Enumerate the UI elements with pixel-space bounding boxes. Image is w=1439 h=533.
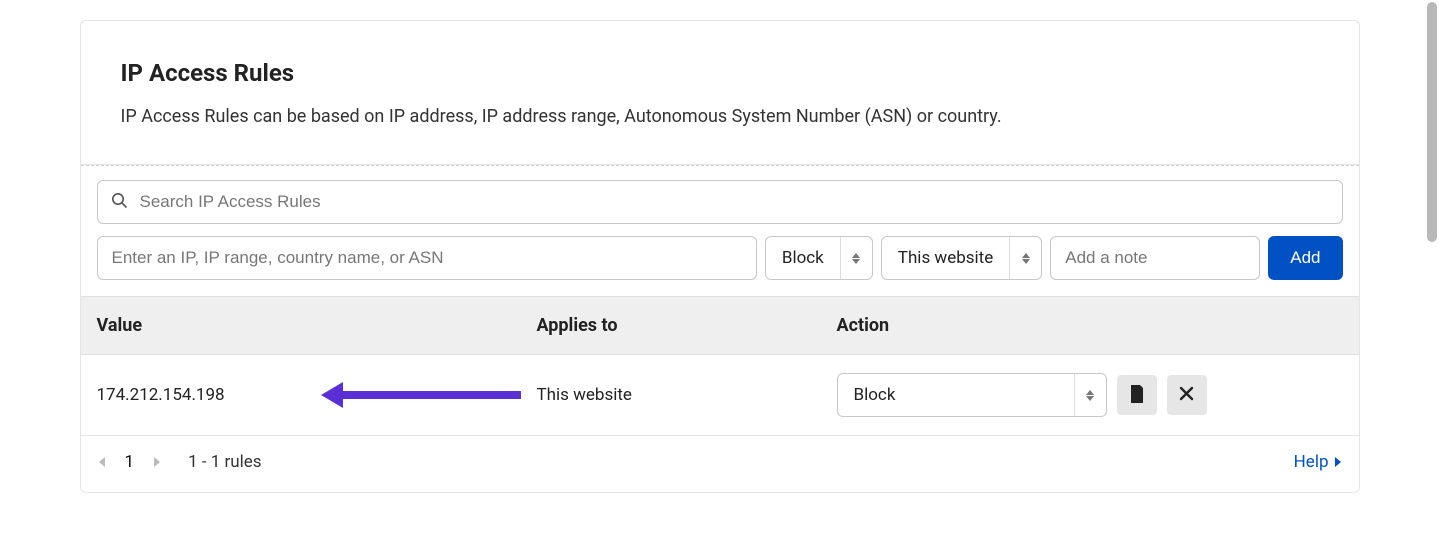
chevron-right-icon — [1335, 457, 1341, 467]
note-button[interactable] — [1117, 375, 1157, 415]
select-stepper-icon — [840, 237, 872, 279]
page-description: IP Access Rules can be based on IP addre… — [121, 103, 1319, 130]
search-wrap — [97, 180, 1343, 224]
col-header-value: Value — [97, 315, 537, 336]
help-label: Help — [1294, 452, 1329, 472]
annotation-arrow — [321, 382, 521, 408]
select-stepper-icon — [1009, 237, 1041, 279]
table-row: 174.212.154.198 This website Block — [81, 355, 1359, 436]
scrollbar[interactable] — [1427, 2, 1437, 242]
add-button[interactable]: Add — [1268, 236, 1342, 280]
select-stepper-icon — [1074, 374, 1106, 416]
rules-count: 1 - 1 rules — [188, 452, 262, 472]
prev-page-button[interactable] — [99, 457, 105, 467]
next-page-button[interactable] — [154, 457, 160, 467]
page-number: 1 — [125, 452, 135, 472]
help-link[interactable]: Help — [1294, 452, 1341, 472]
table-footer: 1 1 - 1 rules Help — [81, 436, 1359, 492]
ip-access-rules-panel: IP Access Rules IP Access Rules can be b… — [80, 20, 1360, 493]
action-select-value: Block — [766, 248, 840, 268]
row-action-select[interactable]: Block — [837, 373, 1107, 417]
pager: 1 — [99, 452, 161, 472]
row-action-value: Block — [838, 385, 1074, 405]
scope-select-value: This website — [882, 248, 1009, 268]
page-title: IP Access Rules — [121, 59, 1319, 87]
delete-button[interactable] — [1167, 375, 1207, 415]
row-action-cell: Block — [837, 373, 1343, 417]
search-input[interactable] — [97, 180, 1343, 224]
panel-header: IP Access Rules IP Access Rules can be b… — [81, 21, 1359, 164]
add-rule-row: Block This website Add — [97, 236, 1343, 280]
col-header-applies: Applies to — [537, 315, 837, 336]
note-input[interactable] — [1050, 236, 1260, 280]
close-icon — [1179, 386, 1194, 404]
scope-select[interactable]: This website — [881, 236, 1042, 280]
ip-input[interactable] — [97, 236, 757, 280]
search-icon — [111, 192, 127, 212]
controls-section: Block This website Add — [81, 165, 1359, 296]
row-applies-to: This website — [537, 385, 837, 405]
table-header: Value Applies to Action — [81, 296, 1359, 355]
col-header-action: Action — [837, 315, 1343, 336]
action-select[interactable]: Block — [765, 236, 873, 280]
note-icon — [1129, 385, 1145, 406]
